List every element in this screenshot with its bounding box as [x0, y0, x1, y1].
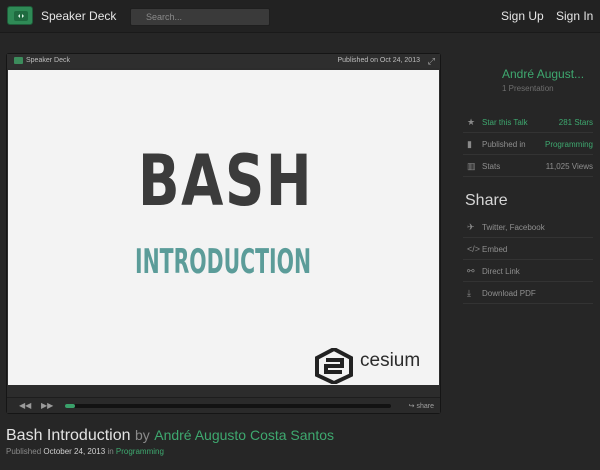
share-embed-label[interactable]: Embed [482, 245, 507, 254]
star-talk-label[interactable]: Star this Talk [482, 118, 528, 127]
share-download-pdf[interactable]: ⤓ Download PDF [463, 282, 593, 304]
talk-title-line: Bash Introduction by André Augusto Costa… [6, 427, 334, 445]
in-label: in [107, 447, 114, 456]
sign-in-link[interactable]: Sign In [556, 9, 593, 23]
presentation-count: 1 Presentation [502, 84, 554, 93]
stats-row: ▥ Stats 11,025 Views [463, 155, 593, 177]
embed-code-icon: </> [467, 244, 481, 254]
author-name-link[interactable]: André August... [502, 67, 584, 81]
share-arrow-icon: ↪ [408, 403, 415, 410]
sign-up-link[interactable]: Sign Up [501, 9, 544, 23]
published-in-row: ▮ Published in Programming [463, 133, 593, 155]
slide-progress-fill [65, 404, 75, 408]
link-icon: ⚯ [467, 266, 475, 276]
brand-name[interactable]: Speaker Deck [41, 9, 116, 23]
slide-player: Speaker Deck Published on Oct 24, 2013 ⤢… [6, 53, 441, 414]
expand-icon[interactable]: ⤢ [428, 56, 435, 67]
talk-title: Bash Introduction [6, 427, 131, 444]
talk-date: October 24, 2013 [43, 447, 106, 456]
category-link[interactable]: Programming [545, 140, 593, 149]
player-header: Speaker Deck Published on Oct 24, 2013 ⤢ [7, 54, 440, 68]
book-icon: ▮ [467, 139, 472, 149]
cesium-logo-icon [315, 348, 353, 384]
published-in-label: Published in [482, 140, 526, 149]
share-direct-link[interactable]: ⚯ Direct Link [463, 260, 593, 282]
player-share-button[interactable]: ↪ share [409, 402, 434, 410]
speakerdeck-logo-icon[interactable] [7, 6, 33, 25]
slide-subtitle: INTRODUCTION [135, 242, 312, 282]
download-icon: ⤓ [467, 288, 471, 298]
star-talk-row[interactable]: ★ Star this Talk 281 Stars [463, 111, 593, 133]
talk-meta-line: Published October 24, 2013 in Programmin… [6, 447, 164, 456]
share-twitter-facebook-label[interactable]: Twitter, Facebook [482, 223, 545, 232]
stats-label: Stats [482, 162, 501, 171]
share-twitter-facebook[interactable]: ✈ Twitter, Facebook [463, 216, 593, 238]
slide-progress-bar[interactable] [65, 404, 391, 408]
star-count: 281 Stars [558, 118, 593, 127]
view-count: 11,025 Views [545, 162, 593, 171]
talk-author-link[interactable]: André Augusto Costa Santos [154, 427, 334, 443]
slide-title: BASH [138, 140, 314, 222]
player-controls: ◀◀ ▶▶ ↪ share [7, 397, 440, 413]
talk-by-label: by [134, 427, 150, 443]
search-input[interactable] [130, 8, 270, 26]
talk-category-link[interactable]: Programming [116, 447, 164, 456]
twitter-icon: ✈ [467, 222, 475, 232]
player-brand[interactable]: Speaker Deck [26, 57, 70, 64]
slide-canvas[interactable]: BASH INTRODUCTION cesium [8, 70, 439, 385]
speakerdeck-small-logo-icon [14, 57, 23, 64]
share-direct-link-label[interactable]: Direct Link [482, 267, 520, 276]
cesium-logo-text: cesium [360, 350, 421, 371]
previous-slide-icon[interactable]: ◀◀ [19, 401, 31, 410]
next-slide-icon[interactable]: ▶▶ [41, 401, 53, 410]
top-nav-bar: Speaker Deck Sign Up Sign In [0, 0, 600, 33]
stats-icon: ▥ [467, 161, 476, 171]
share-download-pdf-label[interactable]: Download PDF [482, 289, 536, 298]
player-share-label: share [416, 403, 434, 410]
star-icon: ★ [467, 117, 476, 127]
share-embed[interactable]: </> Embed [463, 238, 593, 260]
player-published-date: Published on Oct 24, 2013 [337, 57, 420, 64]
share-heading: Share [465, 192, 508, 209]
published-prefix: Published [6, 447, 42, 456]
logo-glyph-icon [14, 11, 28, 21]
